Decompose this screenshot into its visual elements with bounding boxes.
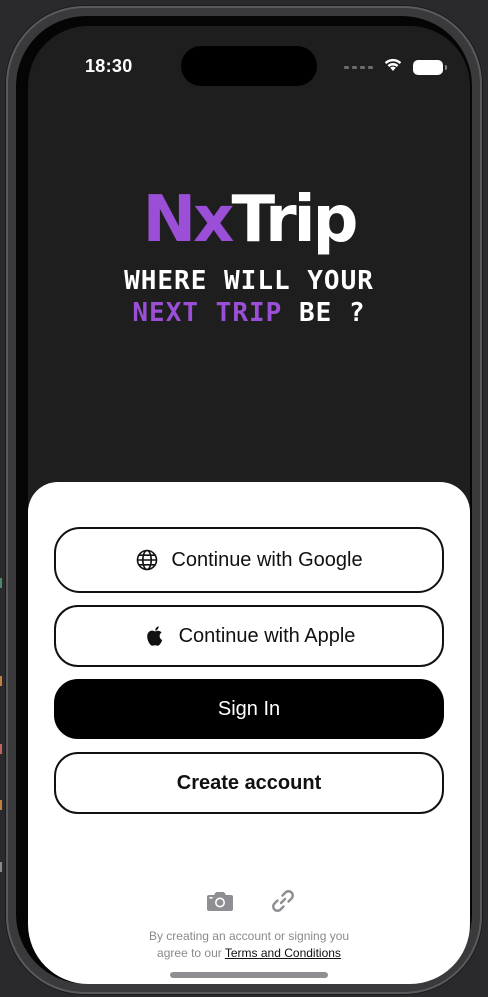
link-icon[interactable] [270,888,296,919]
app-screen: 18:30 NxTrip WHERE WILL YOUR NEXT TRIP B… [28,26,470,984]
battery-icon [413,59,447,75]
logo-part-trip: Trip [231,183,358,257]
utility-icons [206,888,296,918]
legal-line1: By creating an account or signing you [148,929,350,943]
cellular-icon [344,65,373,69]
logo-part-nx: Nx [142,183,235,257]
dynamic-island [181,46,317,86]
camera-icon[interactable] [206,890,234,917]
auth-sheet: Continue with Google Continue with Apple… [28,482,470,984]
sign-in-button-label: Sign In [217,697,281,720]
continue-with-apple-button[interactable]: Continue with Apple [54,605,444,667]
legal-notice: By creating an account or signing you ag… [28,928,470,962]
legal-prefix: agree to our [157,946,225,960]
terms-link[interactable]: Terms and Conditions [225,946,341,960]
tagline-line2: NEXT TRIP BE ? [28,297,470,329]
create-account-button[interactable]: Create account [54,752,444,814]
globe-icon [135,548,159,572]
continue-with-google-button[interactable]: Continue with Google [54,527,444,593]
apple-icon [143,624,167,648]
wifi-icon [383,57,403,77]
tagline-accent: NEXT TRIP [132,298,283,328]
tagline-line1: WHERE WILL YOUR [124,266,374,296]
legal-line2: agree to our Terms and Conditions [28,945,470,962]
status-indicators [344,57,447,77]
google-button-label: Continue with Google [171,548,363,571]
status-time: 18:30 [85,56,133,76]
sign-in-button[interactable]: Sign In [54,679,444,739]
create-account-button-label: Create account [176,771,322,794]
apple-button-label: Continue with Apple [178,624,356,647]
app-logo: NxTrip [28,188,470,252]
home-indicator[interactable] [170,972,328,978]
tagline-rest: BE ? [282,298,366,328]
